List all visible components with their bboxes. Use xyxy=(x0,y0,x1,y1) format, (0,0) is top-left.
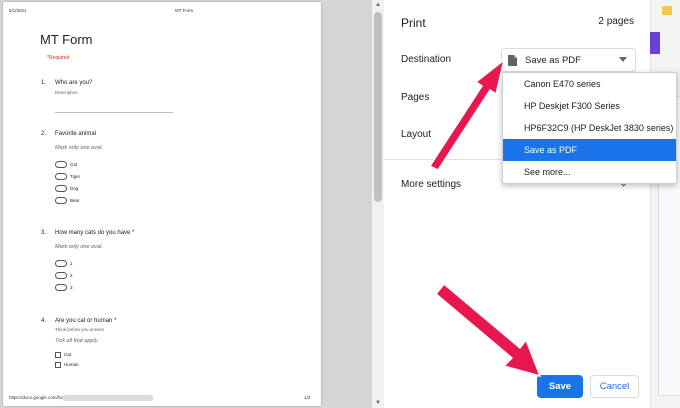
question-2-instruction: Mark only one oval. xyxy=(55,145,103,151)
option-row: Human xyxy=(55,360,79,369)
oval-icon xyxy=(55,272,67,279)
page-date: 6/1/2021 xyxy=(9,8,27,13)
dropdown-item-see-more[interactable]: See more... xyxy=(503,161,676,183)
question-4-number: 4. xyxy=(41,318,47,324)
page-count: 2 pages xyxy=(598,16,634,27)
scroll-down-icon[interactable]: ▼ xyxy=(372,398,384,408)
option-row: Cat xyxy=(55,350,71,359)
option-row: 3 xyxy=(55,283,73,292)
required-note: *Required xyxy=(47,55,70,61)
dropdown-item-canon[interactable]: Canon E470 series xyxy=(503,73,676,95)
page-footer-url: https://docs.google.com/forms/ xyxy=(9,395,71,400)
scroll-up-icon[interactable]: ▲ xyxy=(372,0,384,10)
question-4-text: Are you cat or human * xyxy=(55,318,117,324)
print-preview-area: 6/1/2021 MT Form MT Form *Required 1. Wh… xyxy=(0,0,372,408)
folder-icon xyxy=(662,6,672,15)
question-3-number: 3. xyxy=(41,230,47,236)
question-1-desc: Description xyxy=(55,90,78,95)
question-3-instruction: Mark only one oval. xyxy=(55,244,103,250)
oval-icon xyxy=(55,185,67,192)
destination-dropdown-list: Canon E470 series HP Deskjet F300 Series… xyxy=(502,72,677,184)
dropdown-item-hp-deskjet-3830[interactable]: HP6F32C9 (HP DeskJet 3830 series) xyxy=(503,117,676,139)
blurred-url xyxy=(63,395,153,401)
dropdown-item-hp-deskjet-f300[interactable]: HP Deskjet F300 Series xyxy=(503,95,676,117)
question-2-number: 2. xyxy=(41,131,47,137)
preview-page: 6/1/2021 MT Form MT Form *Required 1. Wh… xyxy=(3,2,321,406)
question-1-number: 1. xyxy=(41,80,47,86)
oval-icon xyxy=(55,197,67,204)
option-row: Cat xyxy=(55,160,77,169)
background-accent xyxy=(650,32,660,54)
question-1-text: Who are you? xyxy=(55,80,93,86)
question-4-desc: Think before you answer xyxy=(55,327,105,332)
dropdown-item-save-as-pdf[interactable]: Save as PDF xyxy=(503,139,676,161)
preview-scrollbar[interactable]: ▲ ▼ xyxy=(372,0,384,408)
form-title: MT Form xyxy=(40,32,93,47)
destination-select[interactable]: Save as PDF xyxy=(501,48,636,72)
option-row: Tiger xyxy=(55,172,80,181)
question-4-instruction: Tick all that apply. xyxy=(55,338,99,344)
destination-value: Save as PDF xyxy=(525,54,581,66)
oval-icon xyxy=(55,260,67,267)
oval-icon xyxy=(55,161,67,168)
page-number: 1/2 xyxy=(304,395,311,400)
destination-label: Destination xyxy=(401,54,452,65)
pages-label: Pages xyxy=(401,92,430,103)
option-row: 1 xyxy=(55,259,73,268)
pdf-file-icon xyxy=(508,54,517,66)
option-row: Bear xyxy=(55,196,80,205)
oval-icon xyxy=(55,173,67,180)
print-title: Print xyxy=(401,16,426,30)
question-3-text: How many cats do you have * xyxy=(55,230,135,236)
layout-label: Layout xyxy=(401,129,432,140)
checkbox-icon xyxy=(55,361,61,368)
answer-line xyxy=(55,112,173,113)
oval-icon xyxy=(55,284,67,291)
more-settings-toggle[interactable]: More settings xyxy=(401,179,461,190)
option-row: Dog xyxy=(55,184,78,193)
page-header-title: MT Form xyxy=(175,8,194,13)
save-button[interactable]: Save xyxy=(537,375,583,398)
question-2-text: Favorite animal xyxy=(55,131,97,137)
print-settings-panel: Print 2 pages Destination Save as PDF Pa… xyxy=(384,0,650,408)
cancel-button[interactable]: Cancel xyxy=(590,375,639,398)
caret-down-icon xyxy=(619,57,627,62)
option-row: 2 xyxy=(55,271,73,280)
checkbox-icon xyxy=(55,351,61,358)
scroll-thumb[interactable] xyxy=(374,12,382,202)
